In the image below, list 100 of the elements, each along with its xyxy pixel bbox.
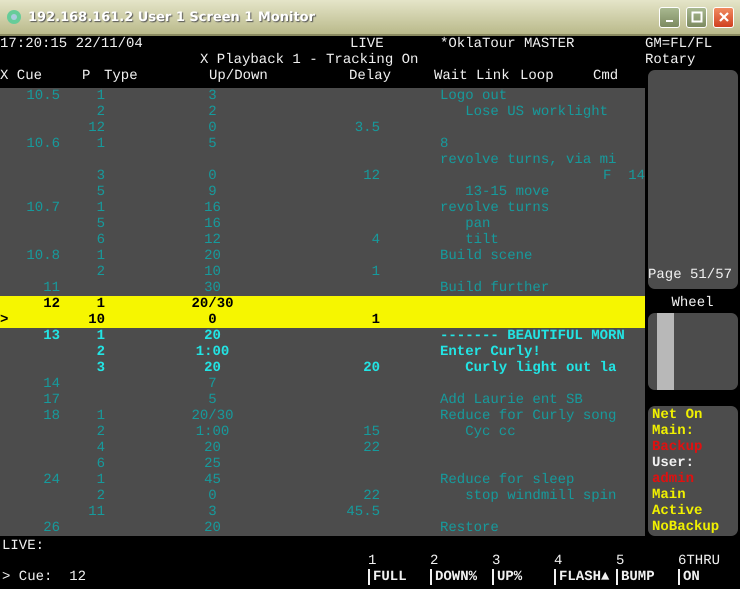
softkey[interactable]: ON	[678, 569, 740, 585]
table-cell: 4	[96, 440, 105, 456]
table-cell: 16	[204, 200, 221, 216]
table-cell-text: Add Laurie ent SB	[440, 392, 584, 408]
column-header: X Cue	[0, 68, 44, 84]
table-cell: 20	[204, 360, 221, 376]
table-cell: 10.7	[26, 200, 60, 216]
table-cell-text: Reduce for Curly song	[440, 408, 618, 424]
window-title: 192.168.161.2 User 1 Screen 1 Monitor	[28, 10, 316, 24]
table-cell: 5	[96, 184, 105, 200]
table-cell-text: Curly light out la	[464, 360, 618, 376]
table-cell: 4	[372, 232, 380, 248]
table-cell-text: revolve turns	[440, 200, 550, 216]
table-cell: 1	[96, 200, 105, 216]
softkey[interactable]: DOWN%	[430, 569, 492, 585]
table-cell: 26	[43, 520, 60, 536]
table-cell: 45.5	[346, 504, 380, 520]
table-cell: 20	[363, 360, 380, 376]
table-cell: 20	[204, 520, 221, 536]
grand-master-status: GM=FL/FL	[645, 36, 714, 52]
table-cell-text: Cyc cc	[464, 424, 517, 440]
table-cell: 2	[96, 424, 105, 440]
table-cell: 0	[208, 312, 217, 328]
table-cell-text: Lose US worklight	[464, 104, 610, 120]
minimize-icon	[666, 20, 673, 22]
maximize-button[interactable]	[686, 6, 707, 28]
command-line: > Cue: 12	[2, 569, 88, 585]
table-cell: 11	[43, 280, 60, 296]
table-cell: 1	[96, 472, 105, 488]
table-cell: 14	[43, 376, 60, 392]
table-cell: 24	[43, 472, 60, 488]
table-cell: 1	[96, 248, 105, 264]
table-cell: 10	[204, 264, 221, 280]
table-cell: 30	[204, 280, 221, 296]
table-cell: 0	[208, 120, 217, 136]
maximize-icon	[690, 11, 702, 23]
softkey-number: 3	[492, 553, 502, 569]
table-cell: 10.5	[26, 88, 60, 104]
minimize-button[interactable]	[659, 6, 680, 28]
table-cell-text: ------- BEAUTIFUL MORN	[440, 328, 626, 344]
table-cell: 18	[43, 408, 60, 424]
table-cell: 5	[208, 392, 217, 408]
table-cell: 1	[96, 408, 105, 424]
page-indicator: Page 51/57	[648, 267, 732, 286]
softkey[interactable]: UP%	[492, 569, 554, 585]
mode-label: LIVE	[350, 36, 385, 52]
table-cell: 3	[208, 88, 217, 104]
table-cell: 12	[88, 120, 105, 136]
clock: 17:20:15 22/11/04	[0, 36, 144, 52]
table-cell: 3.5	[354, 120, 380, 136]
table-cell-text: 8	[440, 136, 450, 152]
app-icon	[6, 9, 22, 25]
table-cell: 3	[208, 504, 217, 520]
table-cell: 10	[88, 312, 105, 328]
table-cell: 3	[96, 360, 105, 376]
column-header: Link	[476, 68, 511, 84]
table-cell: 12	[204, 232, 221, 248]
softkey[interactable]: FLASH▲	[554, 569, 616, 585]
table-cell-text: Restore	[440, 520, 500, 536]
table-cell: 16	[204, 216, 221, 232]
table-cell: 6	[96, 232, 105, 248]
table-cell-text: Logo out	[440, 88, 508, 104]
table-cell: 12	[43, 296, 60, 312]
table-cell: 20/30	[191, 296, 234, 312]
close-button[interactable]	[713, 6, 734, 28]
close-icon	[718, 11, 730, 23]
show-name: *OklaTour MASTER	[440, 36, 576, 52]
wheel-panel[interactable]	[648, 313, 738, 390]
softkey[interactable]: BUMP	[616, 569, 678, 585]
status-text: Main:	[652, 423, 696, 439]
status-text: Active	[652, 503, 704, 519]
table-cell: 22	[363, 440, 380, 456]
table-cell-text: Build scene	[440, 248, 534, 264]
table-cell: 1	[96, 296, 105, 312]
column-header: Type	[104, 68, 139, 84]
table-cell: 20/30	[191, 408, 234, 424]
table-cell: 2	[96, 344, 105, 360]
status-text: User:	[652, 455, 696, 471]
status-text: NoBackup	[652, 519, 720, 535]
table-cell: 1	[372, 264, 380, 280]
status-text: Net On	[652, 407, 704, 423]
table-cell: 7	[208, 376, 217, 392]
status-text: Main	[652, 487, 687, 503]
table-cell: 20	[204, 248, 221, 264]
table-cell: 1:00	[196, 424, 230, 440]
wheel-label: Wheel	[670, 294, 714, 314]
table-cell-text: Reduce for sleep	[440, 472, 576, 488]
table-cell: 2	[96, 488, 105, 504]
table-cell: 10.6	[26, 136, 60, 152]
softkey[interactable]: FULL	[368, 569, 430, 585]
table-cell-text: pan	[464, 216, 492, 232]
table-cell: 1	[96, 136, 105, 152]
table-cell: 0	[208, 488, 217, 504]
column-header: Cmd	[593, 68, 620, 84]
table-cell: 2	[96, 104, 105, 120]
table-cell-text: stop windmill spin	[464, 488, 618, 504]
table-cell: F 14	[602, 168, 645, 184]
softkey-number: 5	[616, 553, 626, 569]
table-cell: 20	[204, 440, 221, 456]
encoder-label: Rotary	[645, 52, 696, 68]
